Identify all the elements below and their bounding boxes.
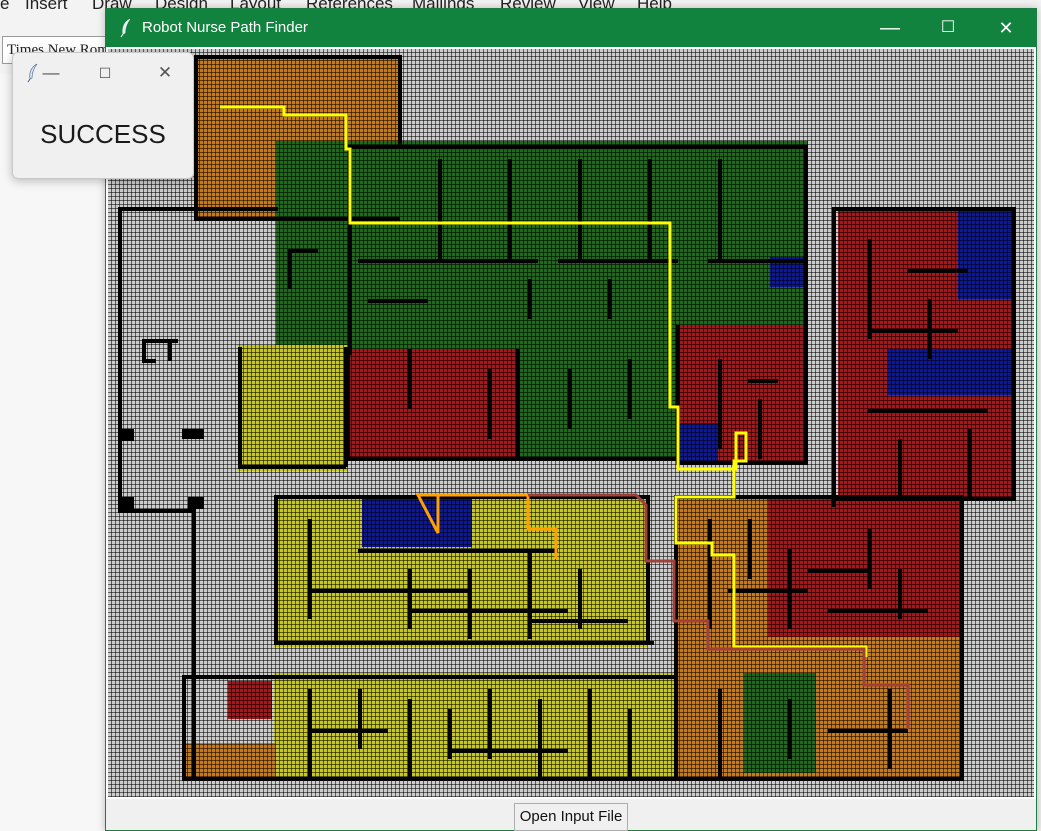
popup-close-button[interactable]: ✕ — [145, 59, 185, 87]
close-button[interactable]: ✕ — [977, 9, 1035, 47]
popup-minimize-button[interactable]: — — [31, 59, 71, 87]
hospital-floor-map[interactable] — [108, 49, 1034, 797]
menu-item-insert[interactable]: Insert — [25, 0, 68, 14]
success-message: SUCCESS — [40, 119, 166, 149]
title-bar[interactable]: Robot Nurse Path Finder — ☐ ✕ — [106, 9, 1036, 47]
open-input-file-button[interactable]: Open Input File — [514, 803, 628, 831]
feather-icon — [120, 18, 131, 38]
background-document-margin — [0, 74, 106, 831]
maximize-button[interactable]: ☐ — [919, 9, 977, 47]
robot-nurse-window: Robot Nurse Path Finder — ☐ ✕ Open Input… — [105, 8, 1037, 831]
map-canvas[interactable] — [106, 47, 1036, 799]
window-title: Robot Nurse Path Finder — [142, 19, 308, 36]
minimize-button[interactable]: — — [861, 9, 919, 47]
popup-title-bar[interactable]: — ☐ ✕ — [13, 53, 193, 91]
popup-maximize-button[interactable]: ☐ — [85, 59, 125, 87]
success-popup: — ☐ ✕ SUCCESS — [12, 52, 194, 179]
menu-item-file[interactable]: e — [0, 0, 9, 14]
